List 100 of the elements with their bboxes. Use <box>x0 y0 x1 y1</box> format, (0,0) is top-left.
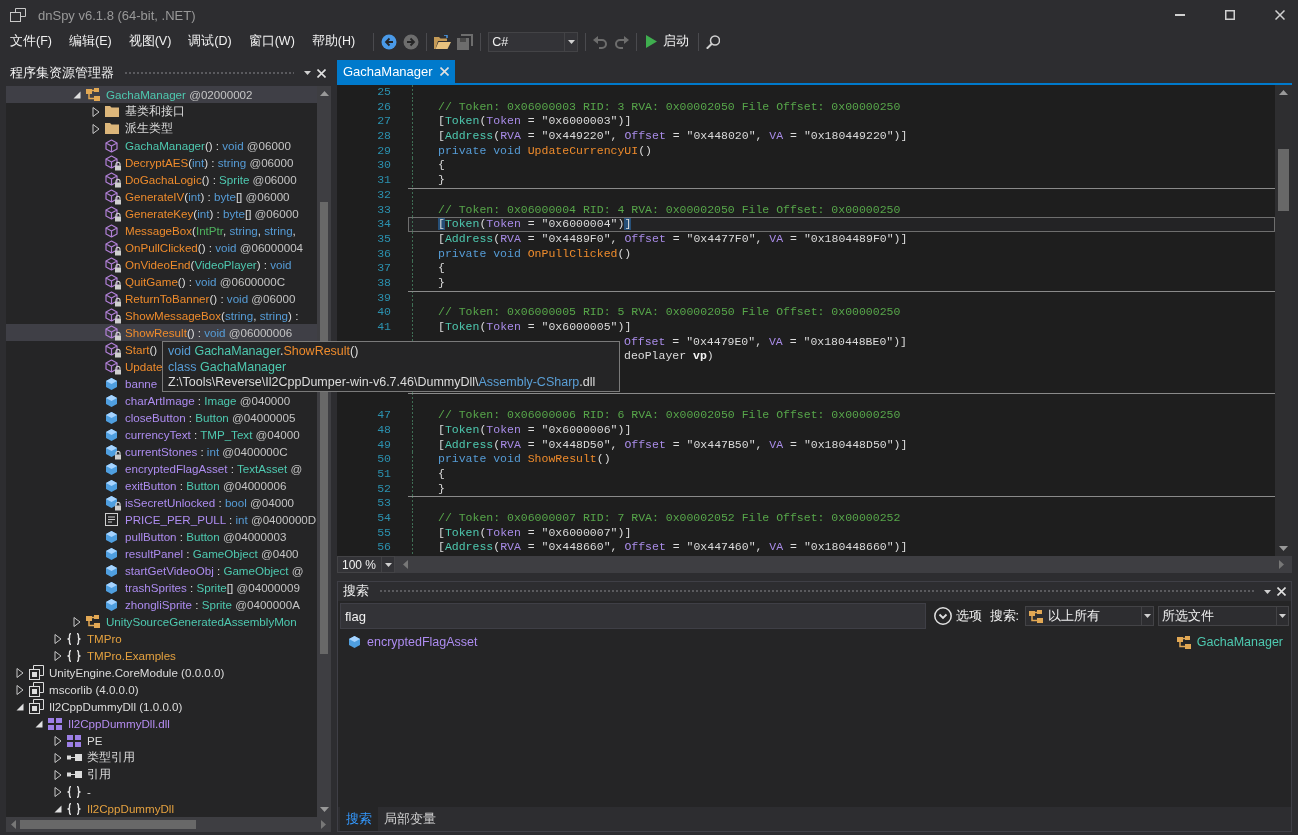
back-icon[interactable] <box>381 33 398 50</box>
tree-item[interactable]: banne <box>88 375 160 392</box>
tree-item[interactable]: zhongliSprite : Sprite @0400000A <box>88 596 302 613</box>
triangle-down-icon[interactable] <box>34 718 44 729</box>
tree-item[interactable]: trashSprites : Sprite[] @04000009 <box>88 579 302 596</box>
tree-item[interactable]: ReturnToBanner() : void @06000 <box>88 290 298 307</box>
scroll-thumb[interactable] <box>1278 149 1289 211</box>
language-dropdown[interactable]: C# <box>488 31 579 52</box>
up-arrow-icon[interactable] <box>319 91 329 96</box>
line-number: 28 <box>376 129 392 144</box>
triangle-right-icon[interactable] <box>15 684 25 695</box>
tree-item[interactable]: PRICE_PER_PULL : int @0400000D <box>88 511 317 528</box>
tree-item[interactable]: GachaManager() : void @06000 <box>88 137 293 154</box>
zoom-dropdown[interactable]: 100 % <box>337 556 395 573</box>
tree-item[interactable]: 基类和接口 <box>88 103 187 120</box>
down-arrow-icon[interactable] <box>319 807 329 812</box>
tree-item[interactable]: 类型引用 <box>50 749 137 766</box>
options-button[interactable]: 选项 <box>931 607 984 625</box>
triangle-right-icon[interactable] <box>53 633 63 644</box>
tree-item[interactable]: ShowMessageBox(string, string) : <box>88 307 301 324</box>
tree-item[interactable]: mscorlib (4.0.0.0) <box>12 681 141 698</box>
search-field[interactable]: flag <box>340 603 926 629</box>
left-arrow-icon[interactable] <box>11 820 16 829</box>
menu-item[interactable]: 视图(V) <box>122 30 178 53</box>
triangle-right-icon[interactable] <box>91 106 101 117</box>
left-arrow-icon[interactable] <box>403 560 408 569</box>
triangle-right-icon[interactable] <box>53 650 63 661</box>
scroll-thumb[interactable] <box>20 820 196 829</box>
tree-item[interactable]: GachaManager @02000002 <box>69 86 255 103</box>
location-dropdown[interactable]: 所选文件 <box>1158 606 1289 626</box>
tree-item[interactable]: QuitGame() : void @0600000C <box>88 273 287 290</box>
dropdown-icon[interactable] <box>1264 589 1271 594</box>
tree-item[interactable]: Il2CppDummyDll (1.0.0.0) <box>12 698 185 715</box>
tree-item[interactable]: TMPro.Examples <box>50 647 178 664</box>
triangle-down-icon[interactable] <box>72 89 82 100</box>
tree-item[interactable]: OnPullClicked() : void @06000004 <box>88 239 306 256</box>
tree-item[interactable]: Start() <box>88 341 160 358</box>
tree-item[interactable]: closeButton : Button @04000005 <box>88 409 298 426</box>
tree-item[interactable]: exitButton : Button @04000006 <box>88 477 289 494</box>
tree-item[interactable]: UnitySourceGeneratedAssemblyMon <box>69 613 299 630</box>
menu-item[interactable]: 编辑(E) <box>62 30 118 53</box>
tree-item[interactable]: currentStones : int @0400000C <box>88 443 290 460</box>
right-arrow-icon[interactable] <box>1279 560 1284 569</box>
triangle-right-icon[interactable] <box>53 769 63 780</box>
tree-item[interactable]: MessageBox(IntPtr, string, string, <box>88 222 298 239</box>
tree-item[interactable]: startGetVideoObj : GameObject @ <box>88 562 306 579</box>
vertical-scrollbar[interactable] <box>1275 85 1292 556</box>
search-icon[interactable] <box>706 34 721 49</box>
triangle-right-icon[interactable] <box>15 667 25 678</box>
run-button[interactable]: 启动 <box>644 33 692 50</box>
tree-item[interactable]: pullButton : Button @04000003 <box>88 528 289 545</box>
dropdown-icon[interactable] <box>304 71 311 75</box>
tree-item[interactable]: TMPro <box>50 630 124 647</box>
close-icon[interactable] <box>1277 587 1286 596</box>
tree-item[interactable]: charArtImage : Image @040000 <box>88 392 293 409</box>
triangle-down-icon[interactable] <box>53 803 63 814</box>
triangle-right-icon[interactable] <box>53 786 63 797</box>
menu-item[interactable]: 调试(D) <box>182 30 238 53</box>
tree-item[interactable]: Il2CppDummyDll.dll <box>31 715 172 732</box>
menu-item[interactable]: 文件(F) <box>4 30 58 53</box>
filter-dropdown[interactable]: 以上所有 <box>1025 606 1154 626</box>
horizontal-scrollbar[interactable] <box>395 556 1292 573</box>
menu-item[interactable]: 窗口(W) <box>242 30 301 53</box>
close-icon[interactable] <box>1275 10 1285 20</box>
tree-item[interactable]: UnityEngine.CoreModule (0.0.0.0) <box>12 664 227 681</box>
triangle-right-icon[interactable] <box>53 752 63 763</box>
tree-item[interactable]: ShowResult() : void @06000006 <box>88 324 295 341</box>
horizontal-scrollbar[interactable] <box>6 817 331 832</box>
panel-tab[interactable]: 搜索 <box>340 807 378 831</box>
panel-tab[interactable]: 局部变量 <box>378 807 442 831</box>
result-owner[interactable]: GachaManager <box>1196 635 1283 649</box>
tree-item[interactable]: DoGachaLogic() : Sprite @06000 <box>88 171 299 188</box>
up-arrow-icon[interactable] <box>1279 90 1288 95</box>
triangle-right-icon[interactable] <box>72 616 82 627</box>
tree-item[interactable]: 引用 <box>50 766 113 783</box>
down-arrow-icon[interactable] <box>1279 546 1288 551</box>
result-name[interactable]: encryptedFlagAsset <box>367 635 478 649</box>
tree-item[interactable]: - <box>50 783 93 800</box>
tree-item[interactable]: resultPanel : GameObject @0400 <box>88 545 301 562</box>
triangle-right-icon[interactable] <box>53 735 63 746</box>
tree-item[interactable]: Update <box>88 358 165 375</box>
tree-item[interactable]: DecryptAES(int) : string @06000 <box>88 154 296 171</box>
close-icon[interactable] <box>317 68 326 78</box>
maximize-icon[interactable] <box>1225 10 1235 20</box>
tree-item[interactable]: encryptedFlagAsset : TextAsset @ <box>88 460 305 477</box>
tree-item[interactable]: OnVideoEnd(VideoPlayer) : void <box>88 256 294 273</box>
tree-item[interactable]: GenerateKey(int) : byte[] @06000 <box>88 205 301 222</box>
triangle-right-icon[interactable] <box>91 123 101 134</box>
cube-outline-lock-icon <box>105 256 121 273</box>
tree-item[interactable]: GenerateIV(int) : byte[] @06000 <box>88 188 292 205</box>
tree-item[interactable]: 派生类型 <box>88 120 175 137</box>
tree-item[interactable]: Il2CppDummyDll <box>50 800 176 817</box>
document-tab[interactable]: GachaManager <box>337 60 455 83</box>
tree-item[interactable]: PE <box>50 732 105 749</box>
menu-item[interactable]: 帮助(H) <box>305 30 362 53</box>
tree-item[interactable]: currencyText : TMP_Text @04000 <box>88 426 302 443</box>
right-arrow-icon[interactable] <box>321 820 326 829</box>
tree-item[interactable]: isSecretUnlocked : bool @04000 <box>88 494 297 511</box>
triangle-down-icon[interactable] <box>15 701 25 712</box>
open-folder-icon[interactable] <box>434 34 452 49</box>
